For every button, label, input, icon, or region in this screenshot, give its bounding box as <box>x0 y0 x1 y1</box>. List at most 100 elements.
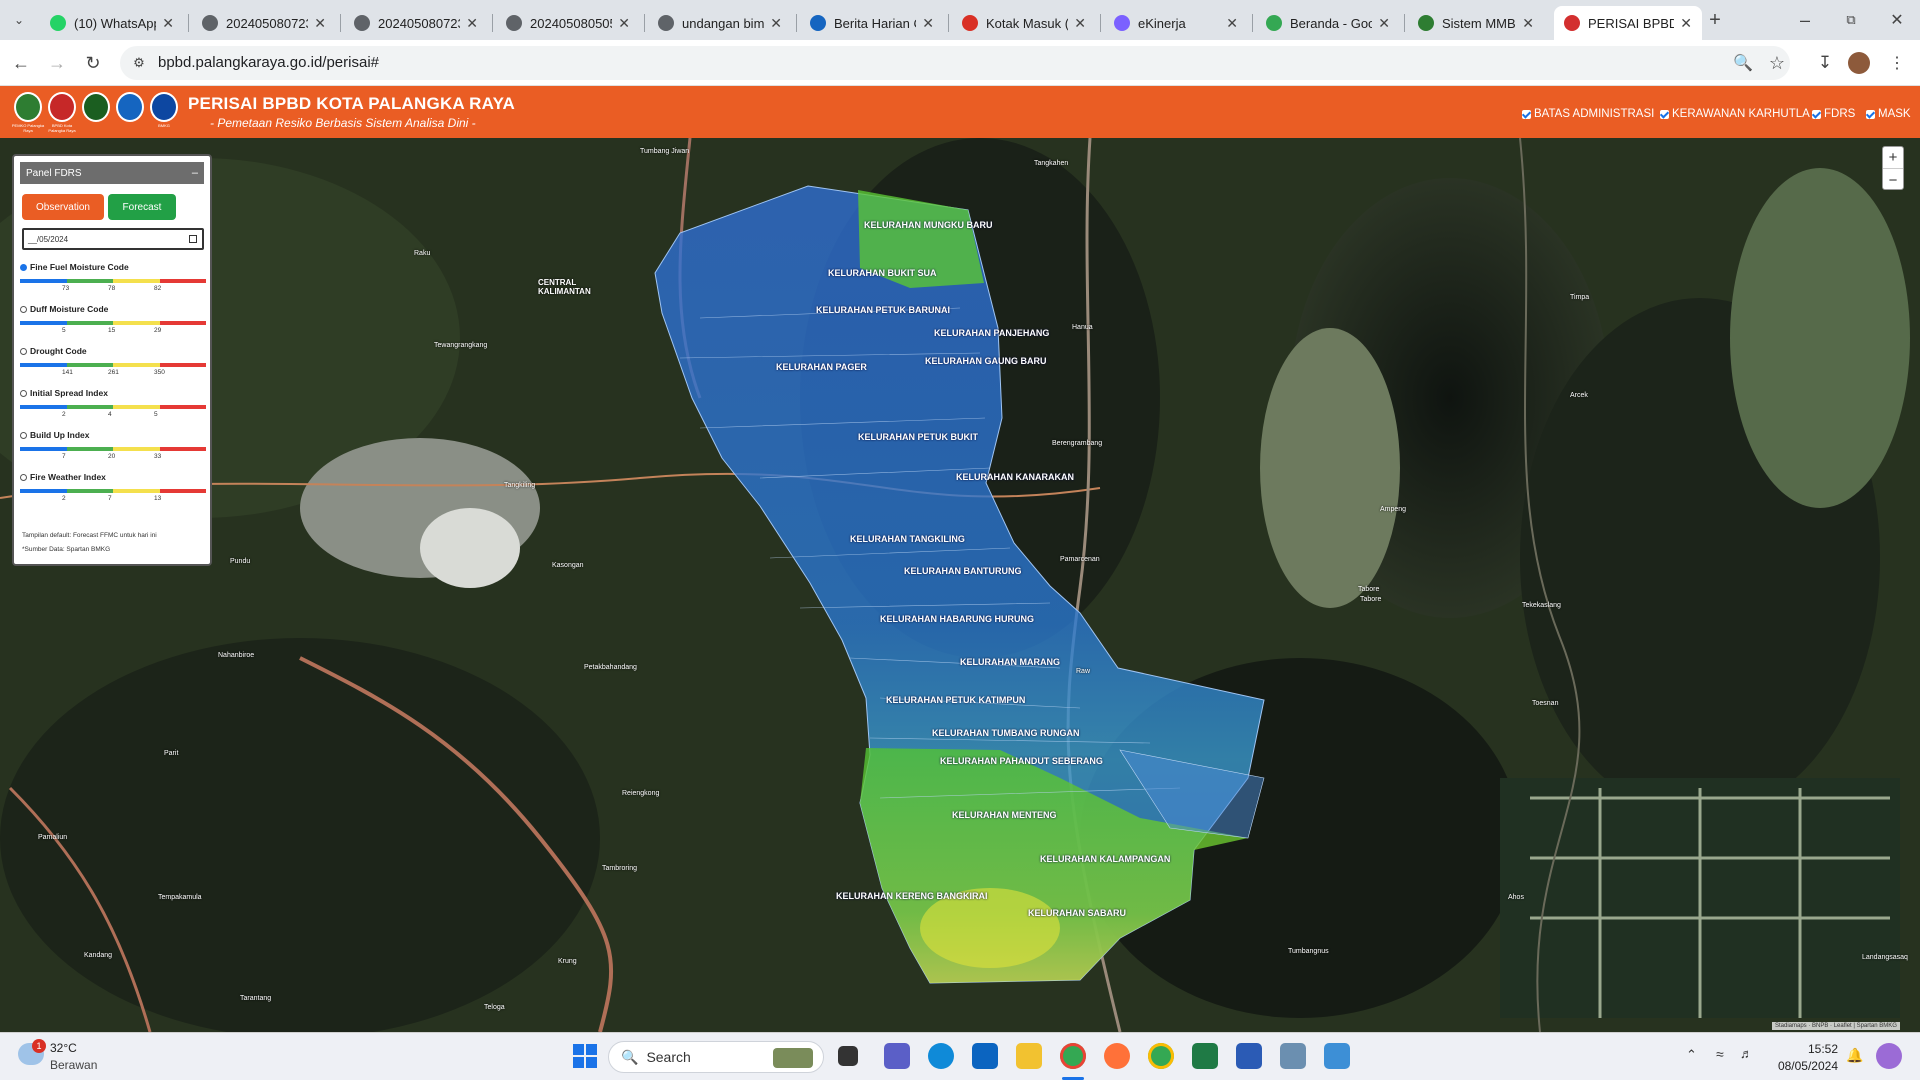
fdrs-index-option[interactable]: Duff Moisture Code 5 15 29 <box>20 304 206 335</box>
index-row[interactable]: Initial Spread Index <box>20 388 206 398</box>
excel-icon[interactable] <box>1192 1043 1218 1069</box>
tab-close-icon[interactable]: ✕ <box>618 15 630 32</box>
browser-tab[interactable]: 202405080505 ✕ <box>496 6 640 40</box>
kelurahan-label[interactable]: KELURAHAN PETUK BARUNAI <box>816 305 950 315</box>
browser-tab[interactable]: 202405080723 ✕ <box>192 6 336 40</box>
map-attribution[interactable]: Stadiamaps · BNPB · Leaflet | Spartan BM… <box>1772 1022 1900 1030</box>
index-row[interactable]: Build Up Index <box>20 430 206 440</box>
kelurahan-label[interactable]: KELURAHAN SABARU <box>1028 908 1126 918</box>
forecast-button[interactable]: Forecast <box>108 194 176 220</box>
kelurahan-label[interactable]: KELURAHAN TANGKILING <box>850 534 965 544</box>
layer-checkbox[interactable] <box>1522 109 1531 119</box>
layer-checkbox[interactable] <box>1660 109 1669 119</box>
kelurahan-label[interactable]: KELURAHAN MARANG <box>960 657 1060 667</box>
index-radio[interactable] <box>20 431 27 439</box>
tab-close-icon[interactable]: ✕ <box>922 15 934 32</box>
notification-bell-icon[interactable]: 🔔 <box>1846 1047 1863 1064</box>
weather-temp[interactable]: 32°C <box>50 1041 77 1055</box>
kelurahan-label[interactable]: KELURAHAN PAGER <box>776 362 867 372</box>
browser-tab[interactable]: Berita Harian C ✕ <box>800 6 944 40</box>
browser-tab[interactable]: eKinerja ✕ <box>1104 6 1248 40</box>
new-tab-icon[interactable]: + <box>1702 7 1728 33</box>
panel-collapse-icon[interactable]: – <box>192 167 198 179</box>
fdrs-index-option[interactable]: Drought Code 141 261 350 <box>20 346 206 377</box>
tab-close-icon[interactable]: ✕ <box>1226 15 1238 32</box>
menu-kebab-icon[interactable]: ⋮ <box>1884 50 1910 76</box>
download-icon[interactable]: ↧ <box>1812 50 1838 76</box>
file-explorer-icon[interactable] <box>1016 1043 1042 1069</box>
copilot-icon[interactable] <box>1876 1043 1902 1069</box>
zoom-out-button[interactable]: − <box>1883 169 1903 191</box>
tab-close-icon[interactable]: ✕ <box>1522 15 1534 32</box>
layer-toggle[interactable]: BATAS ADMINISTRASI <box>1522 108 1654 120</box>
tab-close-icon[interactable]: ✕ <box>770 15 782 32</box>
chrome-icon[interactable] <box>1060 1043 1086 1069</box>
kelurahan-label[interactable]: KELURAHAN PAHANDUT SEBERANG <box>940 756 1103 766</box>
index-radio[interactable] <box>20 389 27 397</box>
map-canvas[interactable]: KELURAHAN MUNGKU BARU KELURAHAN BUKIT SUA… <box>0 138 1920 1032</box>
browser-tab[interactable]: undangan bimt ✕ <box>648 6 792 40</box>
kelurahan-label[interactable]: KELURAHAN TUMBANG RUNGAN <box>932 728 1080 738</box>
taskbar-search[interactable]: 🔍 Search <box>608 1041 824 1073</box>
zoom-in-button[interactable]: + <box>1883 147 1903 169</box>
start-windows-icon[interactable] <box>572 1043 598 1069</box>
index-row[interactable]: Fire Weather Index <box>20 472 206 482</box>
tab-close-icon[interactable]: ✕ <box>1680 15 1692 32</box>
clock-date[interactable]: 08/05/2024 <box>1768 1059 1838 1073</box>
remote-desktop-icon[interactable] <box>1324 1043 1350 1069</box>
teams-icon[interactable] <box>884 1043 910 1069</box>
observation-button[interactable]: Observation <box>22 194 104 220</box>
fdrs-index-option[interactable]: Fire Weather Index 2 7 13 <box>20 472 206 503</box>
kelurahan-label[interactable]: KELURAHAN KERENG BANGKIRAI <box>836 891 988 901</box>
back-icon[interactable]: ← <box>8 50 34 76</box>
word-icon[interactable] <box>1236 1043 1262 1069</box>
date-input[interactable]: __/05/2024 <box>22 228 204 250</box>
tab-search-icon[interactable]: ⌄ <box>6 7 32 33</box>
layer-toggle[interactable]: MASK <box>1866 108 1911 120</box>
browser-tab[interactable]: PERISAI BPBD ✕ <box>1554 6 1702 40</box>
site-info-icon[interactable]: ⚙ <box>126 50 152 76</box>
kelurahan-label[interactable]: KELURAHAN PETUK BUKIT <box>858 432 978 442</box>
browser-tab[interactable]: Sistem MMBC ✕ <box>1408 6 1544 40</box>
edge-icon[interactable] <box>928 1043 954 1069</box>
tab-close-icon[interactable]: ✕ <box>314 15 326 32</box>
layer-toggle[interactable]: FDRS <box>1812 108 1855 120</box>
task-view-icon[interactable] <box>838 1046 858 1066</box>
index-row[interactable]: Drought Code <box>20 346 206 356</box>
index-row[interactable]: Fine Fuel Moisture Code <box>20 262 206 272</box>
index-row[interactable]: Duff Moisture Code <box>20 304 206 314</box>
mail-icon[interactable] <box>972 1043 998 1069</box>
network-app-icon[interactable] <box>1280 1043 1306 1069</box>
tray-chevron-icon[interactable]: ⌃ <box>1686 1047 1697 1063</box>
browser-tab[interactable]: Beranda - Goo ✕ <box>1256 6 1400 40</box>
fdrs-index-option[interactable]: Initial Spread Index 2 4 5 <box>20 388 206 419</box>
layer-checkbox[interactable] <box>1812 109 1821 119</box>
reload-icon[interactable]: ↻ <box>80 50 106 76</box>
zoom-lens-icon[interactable]: 🔍 <box>1730 50 1756 76</box>
firefox-icon[interactable] <box>1104 1043 1130 1069</box>
kelurahan-label[interactable]: KELURAHAN KANARAKAN <box>956 472 1074 482</box>
kelurahan-label[interactable]: KELURAHAN GAUNG BARU <box>925 356 1047 366</box>
kelurahan-label[interactable]: KELURAHAN BANTURUNG <box>904 566 1022 576</box>
kelurahan-label[interactable]: KELURAHAN MUNGKU BARU <box>864 220 993 230</box>
close-window-icon[interactable]: ✕ <box>1884 7 1910 33</box>
browser-tab[interactable]: 202405080723 ✕ <box>344 6 488 40</box>
wifi-icon[interactable]: ≈ <box>1716 1046 1724 1062</box>
chrome-profile-icon[interactable] <box>1148 1043 1174 1069</box>
layer-checkbox[interactable] <box>1866 109 1875 119</box>
url-text[interactable]: bpbd.palangkaraya.go.id/perisai# <box>158 54 379 71</box>
index-radio[interactable] <box>20 473 27 481</box>
volume-icon[interactable]: ♬ <box>1740 1046 1753 1061</box>
kelurahan-label[interactable]: KELURAHAN PETUK KATIMPUN <box>886 695 1025 705</box>
tab-close-icon[interactable]: ✕ <box>1378 15 1390 32</box>
tab-close-icon[interactable]: ✕ <box>466 15 478 32</box>
bookmark-star-icon[interactable]: ☆ <box>1764 50 1790 76</box>
tab-close-icon[interactable]: ✕ <box>1074 15 1086 32</box>
calendar-icon[interactable] <box>189 235 197 243</box>
tab-close-icon[interactable]: ✕ <box>162 15 174 32</box>
index-radio[interactable] <box>20 347 27 355</box>
index-radio[interactable] <box>20 263 27 271</box>
clock-time[interactable]: 15:52 <box>1776 1042 1838 1056</box>
weather-desc[interactable]: Berawan <box>50 1058 97 1072</box>
kelurahan-label[interactable]: KELURAHAN HABARUNG HURUNG <box>880 614 1034 624</box>
